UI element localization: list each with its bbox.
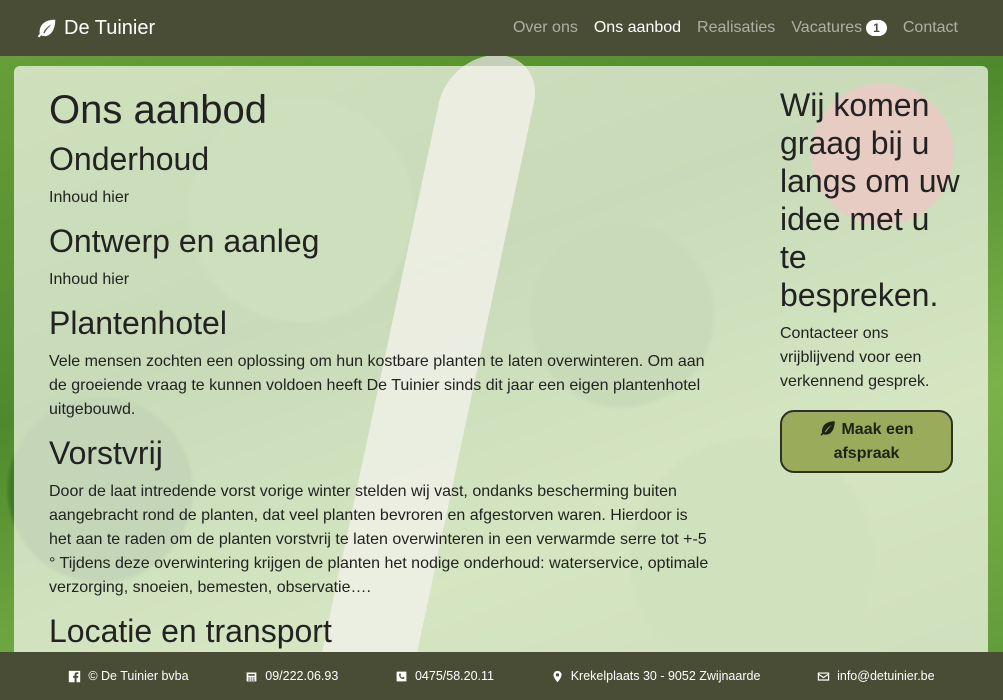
section-heading-vorstvrij: Vorstvrij bbox=[49, 435, 163, 471]
nav-vacatures[interactable]: Vacatures 1 bbox=[791, 19, 887, 37]
footer-mobile-text: 0475/58.20.11 bbox=[414, 669, 494, 683]
footer-phone-text: 09/222.06.93 bbox=[265, 669, 339, 683]
footer-company-text: © De Tuinier bvba bbox=[88, 669, 189, 683]
section-heading-locatie: Locatie en transport bbox=[49, 613, 332, 649]
footer-email-text: info@detuinier.be bbox=[837, 669, 935, 683]
mobile-phone-icon bbox=[396, 671, 407, 681]
section-heading-onderhoud: Onderhoud bbox=[49, 141, 210, 177]
cta-content: Maak een afspraak bbox=[792, 418, 941, 466]
main-nav: Over ons Ons aanbod Realisaties Vacature… bbox=[513, 19, 958, 37]
leaf-icon bbox=[820, 420, 836, 436]
footer-phone[interactable]: 09/222.06.93 bbox=[245, 669, 338, 683]
nav-over-ons[interactable]: Over ons bbox=[513, 19, 578, 37]
envelope-icon bbox=[817, 671, 830, 681]
brand-name: De Tuinier bbox=[64, 16, 156, 39]
footer: © De Tuinier bvba 09/222.06.93 0475/58.2… bbox=[0, 652, 1003, 700]
section-text-vorstvrij: Door de laat intredende vorst vorige win… bbox=[49, 483, 709, 596]
aside-heading: Wij komen graag bij u langs om uw idee m… bbox=[780, 87, 960, 313]
navbar: De Tuinier Over ons Ons aanbod Realisati… bbox=[0, 0, 1003, 56]
footer-address-text: Krekelplaats 30 - 9052 Zwijnaarde bbox=[570, 669, 761, 683]
fax-phone-icon bbox=[246, 671, 257, 681]
nav-vacatures-label: Vacatures bbox=[791, 19, 863, 36]
footer-mobile[interactable]: 0475/58.20.11 bbox=[395, 669, 494, 683]
aside-text: Contacteer ons vrijblijvend voor een ver… bbox=[780, 325, 930, 390]
footer-email[interactable]: info@detuinier.be bbox=[817, 669, 935, 683]
page-title: Ons aanbod bbox=[49, 88, 267, 132]
facebook-icon bbox=[69, 670, 81, 682]
cta-label: Maak een afspraak bbox=[833, 420, 914, 462]
section-heading-plantenhotel: Plantenhotel bbox=[49, 305, 227, 341]
offer-content: Ons aanbod Onderhoud Inhoud hier Ontwerp… bbox=[49, 86, 714, 658]
footer-company[interactable]: © De Tuinier bvba bbox=[68, 669, 189, 683]
brand-logo[interactable]: De Tuinier bbox=[36, 17, 155, 40]
nav-contact[interactable]: Contact bbox=[903, 19, 958, 37]
section-text-onderhoud: Inhoud hier bbox=[49, 189, 130, 206]
section-text-ontwerp: Inhoud hier bbox=[49, 271, 130, 288]
vacatures-count-badge: 1 bbox=[866, 20, 887, 36]
section-text-plantenhotel: Vele mensen zochten een oplossing om hun… bbox=[49, 353, 705, 418]
footer-address[interactable]: Krekelplaats 30 - 9052 Zwijnaarde bbox=[551, 669, 761, 683]
nav-realisaties[interactable]: Realisaties bbox=[697, 19, 775, 37]
section-heading-ontwerp: Ontwerp en aanleg bbox=[49, 223, 320, 259]
nav-ons-aanbod[interactable]: Ons aanbod bbox=[594, 19, 681, 37]
map-marker-icon bbox=[553, 670, 562, 682]
make-appointment-button[interactable]: Maak een afspraak bbox=[780, 410, 953, 473]
content-card: Ons aanbod Onderhoud Inhoud hier Ontwerp… bbox=[14, 66, 988, 666]
leaf-icon bbox=[37, 19, 56, 38]
contact-aside: Wij komen graag bij u langs om uw idee m… bbox=[780, 86, 960, 473]
